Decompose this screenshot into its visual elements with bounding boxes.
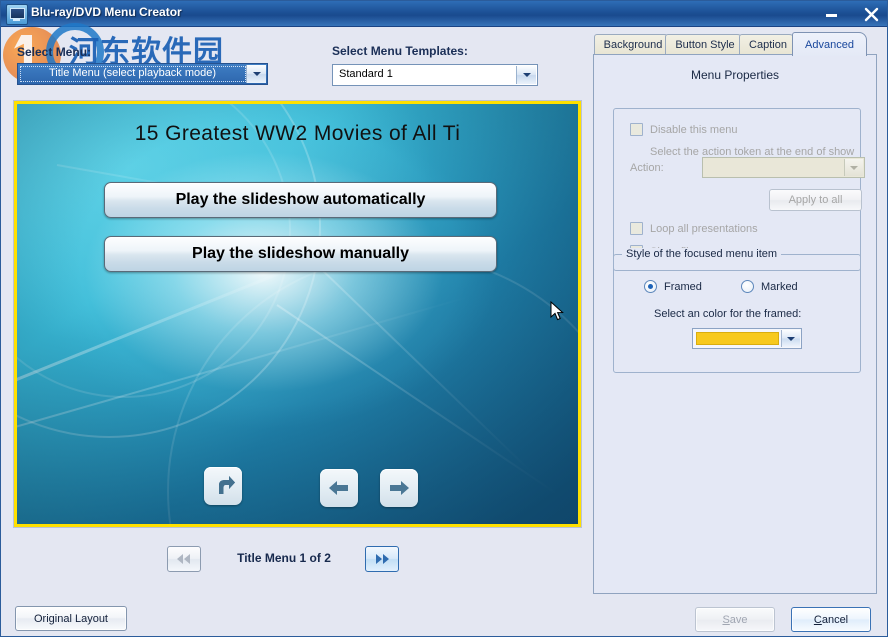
right-panel: Background Button Style Caption Advanced… (593, 32, 877, 594)
original-layout-label: Original Layout (34, 613, 108, 625)
framed-color-dropdown[interactable] (692, 328, 802, 349)
save-button[interactable]: Save (695, 607, 775, 632)
preview-button-label: Play the slideshow automatically (176, 191, 426, 209)
menu-template-value: Standard 1 (339, 68, 515, 80)
window-controls (819, 1, 885, 27)
disable-menu-label: Disable this menu (650, 124, 737, 136)
previous-menu-button[interactable] (167, 546, 201, 572)
tab-label: Background (604, 39, 663, 51)
right-arrow-icon[interactable] (380, 469, 418, 507)
apply-to-all-label: Apply to all (789, 194, 843, 206)
preview-vignette (17, 104, 578, 524)
tab-label: Advanced (805, 39, 854, 51)
pager-label: Title Menu 1 of 2 (214, 551, 354, 565)
tab-background[interactable]: Background (594, 34, 672, 54)
focus-style-group: Style of the focused menu item Framed Ma… (613, 254, 861, 373)
chevron-down-icon[interactable] (516, 66, 536, 84)
cancel-mnemonic: C (814, 614, 822, 626)
menu-template-dropdown[interactable]: Standard 1 (332, 64, 538, 86)
framed-color-label: Select an color for the framed: (654, 308, 801, 320)
minimize-button[interactable] (819, 4, 845, 24)
menu-properties-title: Menu Properties (594, 68, 876, 82)
application-window: Blu-ray/DVD Menu Creator 河东软件园 www.pc035… (0, 0, 888, 637)
menu-preview-frame: 15 Greatest WW2 Movies of All Ti Play th… (14, 101, 581, 527)
tab-label: Button Style (675, 39, 734, 51)
radio-framed[interactable] (644, 280, 657, 293)
save-mnemonic: S (722, 614, 729, 626)
radio-marked-label: Marked (761, 281, 798, 293)
return-arrow-icon[interactable] (204, 467, 242, 505)
chevron-down-icon[interactable] (781, 330, 800, 347)
preview-menu-title[interactable]: 15 Greatest WW2 Movies of All Ti (17, 122, 578, 146)
radio-marked[interactable] (741, 280, 754, 293)
original-layout-button[interactable]: Original Layout (15, 606, 127, 631)
tab-caption[interactable]: Caption (739, 34, 797, 54)
double-left-arrow-icon (175, 553, 193, 565)
menu-properties-group: Disable this menu Select the action toke… (613, 108, 861, 271)
cancel-label-rest: ancel (822, 614, 848, 626)
tab-panel-advanced: Menu Properties Disable this menu Select… (593, 54, 877, 594)
tab-button-style[interactable]: Button Style (665, 34, 745, 54)
double-right-arrow-icon (373, 553, 391, 565)
next-menu-button[interactable] (365, 546, 399, 572)
disable-menu-checkbox[interactable] (630, 123, 643, 136)
cancel-button[interactable]: Cancel (791, 607, 871, 632)
app-icon (6, 4, 28, 25)
window-title: Blu-ray/DVD Menu Creator (31, 5, 182, 19)
tab-strip: Background Button Style Caption Advanced (593, 32, 877, 54)
loop-presentations-checkbox[interactable] (630, 222, 643, 235)
left-arrow-icon[interactable] (320, 469, 358, 507)
select-templates-label: Select Menu Templates: (332, 44, 468, 58)
tab-label: Caption (749, 39, 787, 51)
focus-outline (20, 66, 246, 82)
menu-preview-canvas[interactable]: 15 Greatest WW2 Movies of All Ti Play th… (17, 104, 578, 524)
loop-presentations-label: Loop all presentations (650, 223, 758, 235)
close-button[interactable] (859, 4, 885, 24)
radio-framed-label: Framed (664, 281, 702, 293)
action-dropdown[interactable] (702, 157, 865, 178)
color-swatch (696, 332, 779, 345)
preview-button-label: Play the slideshow manually (192, 245, 409, 263)
focus-style-group-title: Style of the focused menu item (622, 248, 781, 260)
preview-button-play-manually[interactable]: Play the slideshow manually (104, 236, 497, 272)
select-menu-dropdown[interactable]: Title Menu (select playback mode) (17, 63, 268, 85)
select-menu-label: Select Menu: (17, 45, 91, 59)
tab-advanced[interactable]: Advanced (792, 32, 867, 56)
preview-button-play-automatically[interactable]: Play the slideshow automatically (104, 182, 497, 218)
title-bar: Blu-ray/DVD Menu Creator (1, 1, 888, 27)
action-label: Action: (630, 162, 664, 174)
chevron-down-icon[interactable] (246, 65, 266, 83)
chevron-down-icon[interactable] (844, 159, 863, 176)
apply-to-all-button[interactable]: Apply to all (769, 189, 862, 211)
save-label-rest: ave (730, 614, 748, 626)
